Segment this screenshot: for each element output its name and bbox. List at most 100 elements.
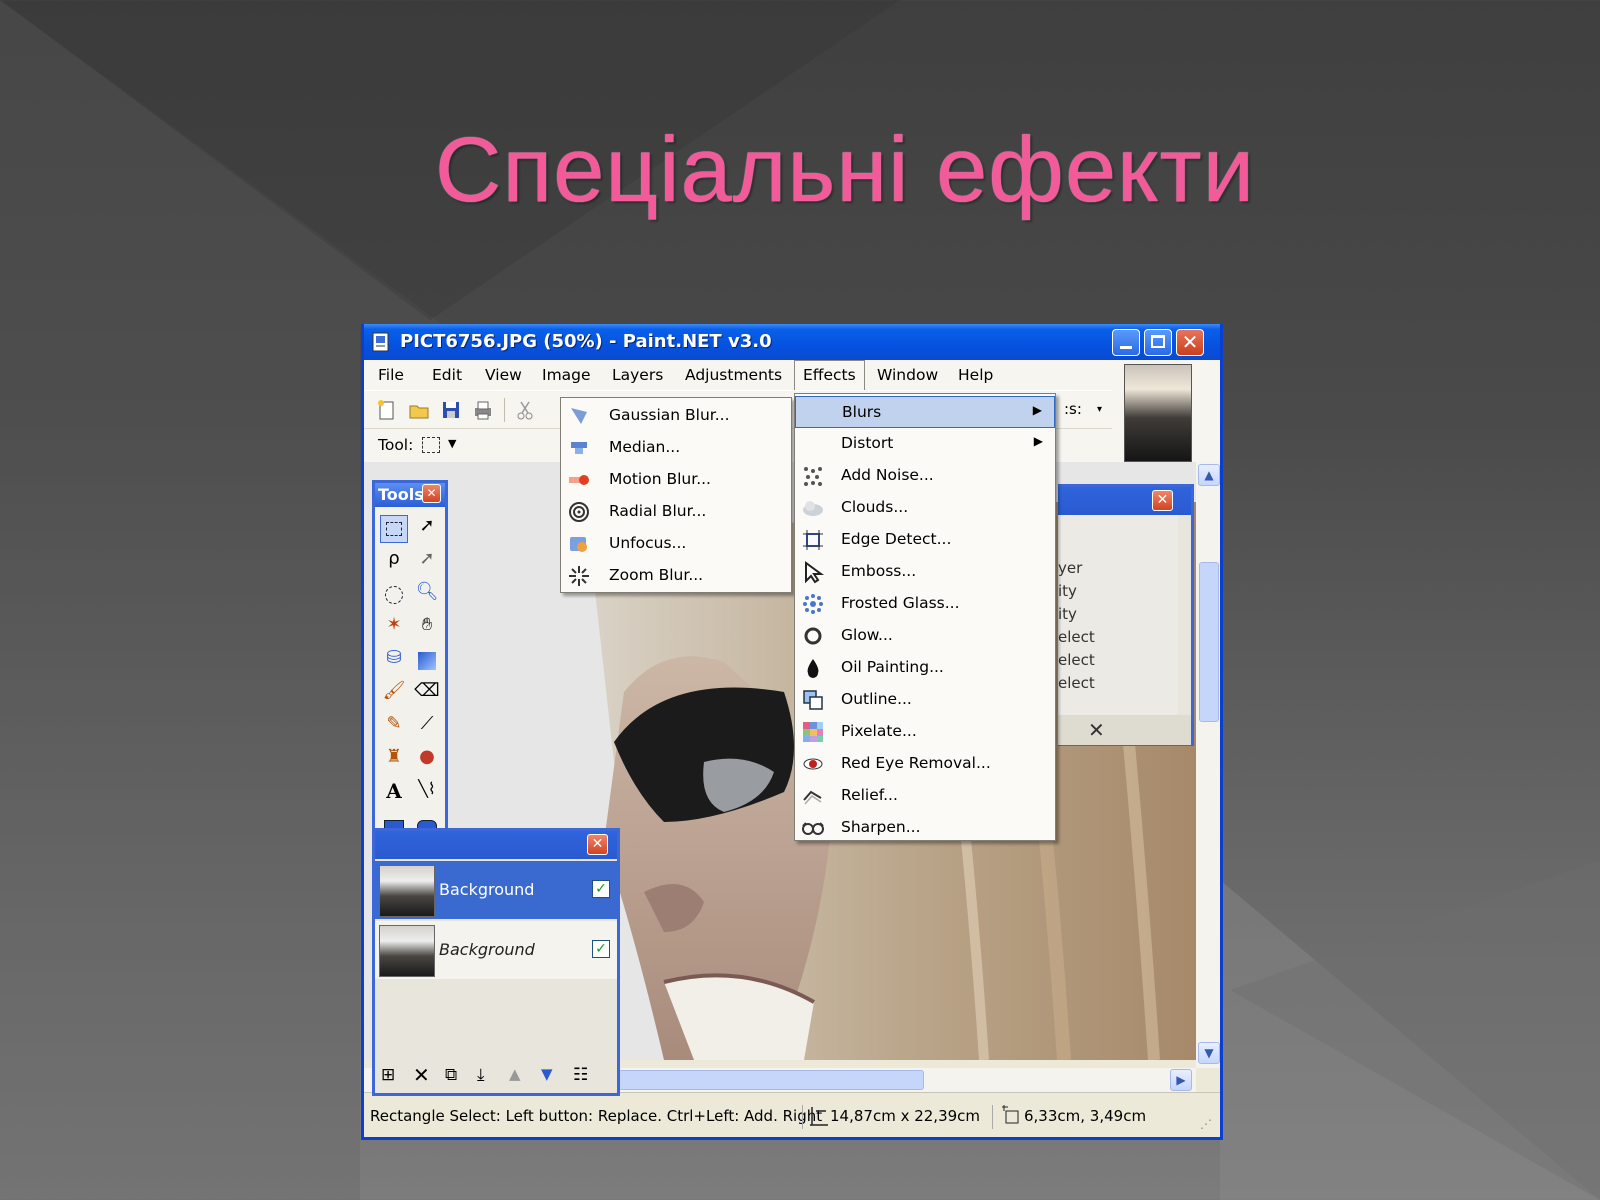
delete-layer-icon[interactable]: ✕ xyxy=(413,1063,430,1087)
tools-close-icon[interactable]: ✕ xyxy=(422,484,441,503)
duplicate-layer-icon[interactable]: ⧉ xyxy=(445,1065,457,1085)
cut-icon[interactable] xyxy=(514,399,536,421)
maximize-button[interactable] xyxy=(1144,329,1172,356)
rectangle-select-tool-icon[interactable] xyxy=(380,515,408,543)
menu-item-unfocus[interactable]: Unfocus... xyxy=(561,528,791,560)
horizontal-scroll-thumb[interactable] xyxy=(604,1070,924,1090)
clone-stamp-tool-icon[interactable]: ♜ xyxy=(380,746,408,774)
history-item[interactable]: elect xyxy=(1058,651,1095,669)
menu-item-zoom-blur[interactable]: Zoom Blur... xyxy=(561,560,791,592)
zoom-tool-icon[interactable]: 🔍︎ xyxy=(413,581,441,609)
menu-item-median[interactable]: Median... xyxy=(561,432,791,464)
menu-layers[interactable]: Layers xyxy=(604,360,671,390)
vertical-scroll-thumb[interactable] xyxy=(1199,562,1219,722)
lasso-tool-icon[interactable]: ρ xyxy=(380,548,408,576)
history-close-icon[interactable]: ✕ xyxy=(1152,490,1173,511)
move-selection-tool-icon[interactable]: ➚ xyxy=(413,515,441,543)
open-icon[interactable] xyxy=(408,399,430,421)
menu-item-blurs[interactable]: Blurs ▶ xyxy=(795,396,1055,428)
menu-item-oil-painting[interactable]: Oil Painting... xyxy=(795,652,1055,684)
paintbrush-tool-icon[interactable]: 🖌︎ xyxy=(380,680,408,708)
image-thumbnail[interactable] xyxy=(1124,364,1192,462)
menu-item-outline[interactable]: Outline... xyxy=(795,684,1055,716)
move-tool-icon[interactable]: ➚ xyxy=(413,548,441,576)
menu-image[interactable]: Image xyxy=(534,360,599,390)
new-icon[interactable] xyxy=(376,399,398,421)
layer-properties-icon[interactable]: ☷ xyxy=(573,1065,588,1085)
menu-item-gaussian-blur[interactable]: Gaussian Blur... xyxy=(561,400,791,432)
move-layer-down-icon[interactable]: ▼ xyxy=(541,1065,553,1083)
history-item[interactable]: elect xyxy=(1058,674,1095,692)
menu-adjustments[interactable]: Adjustments xyxy=(677,360,790,390)
line-tool-icon[interactable]: ╲⌇ xyxy=(413,779,441,807)
menu-view[interactable]: View xyxy=(477,360,530,390)
menu-item-distort[interactable]: Distort ▶ xyxy=(795,428,1055,460)
layers-close-icon[interactable]: ✕ xyxy=(587,834,608,855)
eraser-tool-icon[interactable]: ⌫ xyxy=(413,680,441,708)
history-item[interactable]: ity xyxy=(1058,605,1077,623)
menu-item-emboss[interactable]: Emboss... xyxy=(795,556,1055,588)
menu-help[interactable]: Help xyxy=(950,360,1001,390)
toolbar-overflow-icon[interactable]: ▾ xyxy=(1097,401,1109,419)
text-tool-icon[interactable]: A xyxy=(380,779,408,807)
scroll-down-icon[interactable]: ▼ xyxy=(1198,1042,1220,1064)
relief-icon xyxy=(803,790,822,805)
add-layer-icon[interactable]: ⊞ xyxy=(381,1065,395,1085)
magic-wand-tool-icon[interactable]: ✶ xyxy=(380,614,408,642)
history-item[interactable]: yer xyxy=(1058,559,1082,577)
menu-file[interactable]: File xyxy=(370,360,412,390)
scroll-up-icon[interactable]: ▲ xyxy=(1198,464,1220,486)
menu-item-relief[interactable]: Relief... xyxy=(795,780,1055,812)
clouds-icon xyxy=(803,501,823,516)
menu-item-motion-blur[interactable]: Motion Blur... xyxy=(561,464,791,496)
menu-item-radial-blur[interactable]: Radial Blur... xyxy=(561,496,791,528)
menu-item-add-noise[interactable]: Add Noise... xyxy=(795,460,1055,492)
recolor-tool-icon[interactable]: ● xyxy=(413,746,441,774)
history-item[interactable]: elect xyxy=(1058,628,1095,646)
paint-bucket-tool-icon[interactable]: ⛁ xyxy=(380,647,408,675)
menu-item-sharpen[interactable]: Sharpen... xyxy=(795,812,1055,844)
menu-window[interactable]: Window xyxy=(869,360,946,390)
merge-layer-icon[interactable]: ⤓ xyxy=(477,1065,485,1085)
menu-item-red-eye-removal[interactable]: Red Eye Removal... xyxy=(795,748,1055,780)
minimize-button[interactable] xyxy=(1112,329,1140,356)
move-layer-up-icon[interactable]: ▲ xyxy=(509,1065,521,1083)
rectangle-select-icon[interactable] xyxy=(422,437,440,453)
menu-item-edge-detect[interactable]: Edge Detect... xyxy=(795,524,1055,556)
clear-history-icon[interactable]: ✕ xyxy=(1088,718,1105,742)
close-button[interactable]: ✕ xyxy=(1176,329,1204,356)
color-picker-tool-icon[interactable]: ⟋ xyxy=(413,713,441,741)
layer-row-selected[interactable]: Background ✓ xyxy=(375,861,617,919)
menu-item-clouds[interactable]: Clouds... xyxy=(795,492,1055,524)
radial-blur-icon xyxy=(569,502,589,522)
pan-tool-icon[interactable]: ✋︎ xyxy=(413,614,441,642)
toolbar-partial-label: :s: xyxy=(1064,400,1082,418)
blurs-submenu: Gaussian Blur... Median... Motion Blur..… xyxy=(560,397,792,593)
motion-blur-icon xyxy=(569,475,589,485)
menu-effects[interactable]: Effects xyxy=(794,360,865,390)
menu-edit[interactable]: Edit xyxy=(424,360,470,390)
print-icon[interactable] xyxy=(472,399,494,421)
menu-item-frosted-glass[interactable]: Frosted Glass... xyxy=(795,588,1055,620)
tool-dropdown-icon[interactable]: ▼ xyxy=(448,437,456,450)
layer-visibility-checkbox[interactable]: ✓ xyxy=(592,940,610,958)
tools-header: Tools ✕ xyxy=(375,483,445,507)
window-title: PICT6756.JPG (50%) - Paint.NET v3.0 xyxy=(400,331,772,352)
scroll-right-icon[interactable]: ▶ xyxy=(1170,1069,1192,1091)
tool-label: Tool: xyxy=(378,436,414,454)
menu-item-pixelate[interactable]: Pixelate... xyxy=(795,716,1055,748)
layer-visibility-checkbox[interactable]: ✓ xyxy=(592,880,610,898)
menu-item-glow[interactable]: Glow... xyxy=(795,620,1055,652)
gradient-tool-icon[interactable] xyxy=(413,647,441,675)
save-icon[interactable] xyxy=(440,399,462,421)
pencil-tool-icon[interactable]: ✎ xyxy=(380,713,408,741)
ellipse-select-tool-icon[interactable] xyxy=(380,581,408,609)
layer-row[interactable]: Background ✓ xyxy=(375,921,617,979)
maximize-icon xyxy=(1151,335,1165,348)
resize-grip-icon[interactable]: ⋰ xyxy=(1200,1117,1212,1131)
cursor-position-icon xyxy=(1002,1105,1019,1124)
vertical-scrollbar[interactable]: ▲ ▼ xyxy=(1196,462,1220,1068)
close-icon: ✕ xyxy=(1181,330,1199,354)
history-item[interactable]: ity xyxy=(1058,582,1077,600)
history-panel: ✕ yer ity ity elect elect elect ✕ xyxy=(1058,484,1194,746)
